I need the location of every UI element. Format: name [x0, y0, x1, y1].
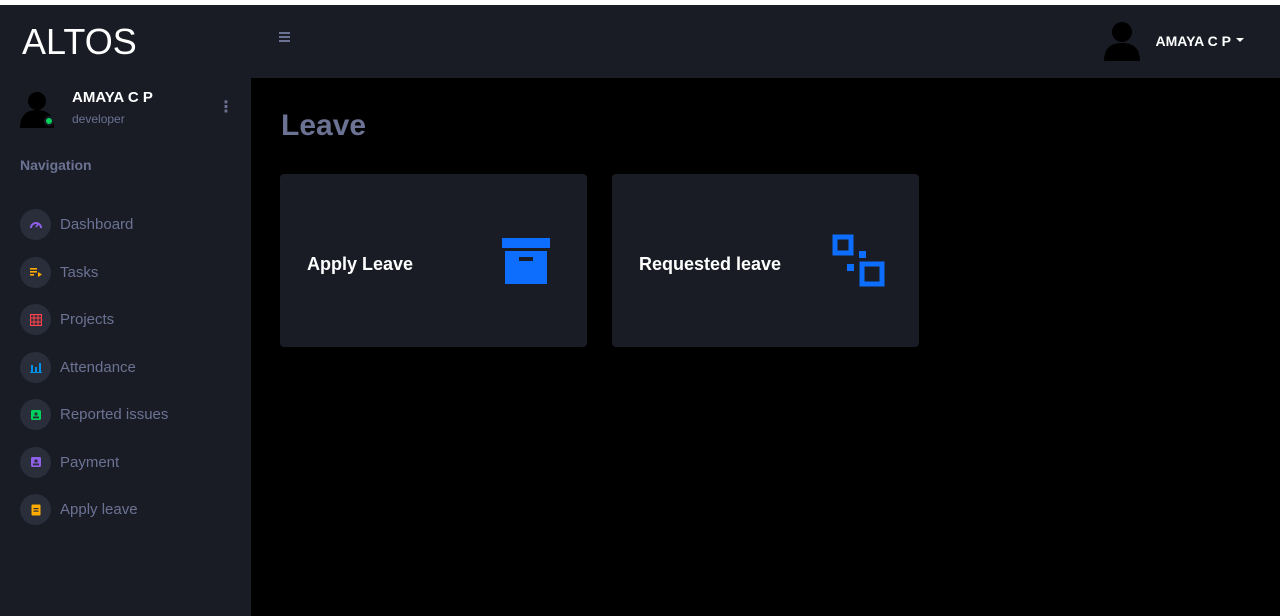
requested-leave-card[interactable]: Requested leave	[612, 174, 919, 347]
sidebar-item-label: Payment	[60, 453, 120, 471]
profile-role: developer	[72, 112, 125, 126]
user-menu[interactable]: AMAYA C P	[1103, 21, 1244, 61]
top-navbar: AMAYA C P	[251, 5, 1280, 78]
sidebar-item-dashboard[interactable]: Dashboard	[20, 201, 251, 249]
chevron-down-icon	[1236, 37, 1244, 42]
hamburger-icon[interactable]	[279, 32, 293, 48]
sidebar-item-label: Reported issues	[60, 406, 169, 424]
nav-heading: Navigation	[20, 157, 92, 173]
speedometer-icon	[20, 209, 51, 241]
brand-logo[interactable]: ALTOS	[22, 21, 137, 63]
sidebar-item-label: Dashboard	[60, 216, 134, 234]
avatar-icon	[1103, 22, 1140, 61]
contacts-icon	[20, 399, 51, 431]
archive-icon	[502, 238, 550, 284]
brand-area: ALTOS	[0, 5, 251, 78]
sidebar-item-label: Projects	[60, 311, 115, 329]
file-document-icon	[20, 494, 51, 526]
apply-leave-card[interactable]: Apply Leave	[280, 174, 587, 347]
nav-list: Dashboard Tasks Projects Attendance Repo…	[20, 201, 251, 534]
account-box-icon	[20, 446, 51, 478]
chart-bar-icon	[20, 351, 51, 383]
sidebar: ALTOS AMAYA C P developer ⋮ Navigation D…	[0, 5, 251, 616]
more-vertical-icon[interactable]: ⋮	[218, 98, 234, 118]
sidebar-item-apply-leave[interactable]: Apply leave	[20, 486, 251, 534]
user-name: AMAYA C P	[1155, 33, 1231, 49]
sidebar-item-projects[interactable]: Projects	[20, 296, 251, 344]
table-large-icon	[20, 304, 51, 336]
playlist-play-icon	[20, 256, 51, 288]
card-label: Requested leave	[639, 254, 782, 274]
sidebar-item-payment[interactable]: Payment	[20, 439, 251, 487]
online-status-badge	[44, 116, 54, 126]
sidebar-item-label: Attendance	[60, 358, 136, 376]
profile-name: AMAYA C P	[72, 89, 153, 106]
flip-squares-icon	[832, 234, 885, 287]
sidebar-item-label: Apply leave	[60, 501, 138, 519]
sidebar-item-label: Tasks	[60, 263, 99, 281]
main-content: Leave Apply Leave Requested leave	[251, 78, 1280, 616]
sidebar-item-attendance[interactable]: Attendance	[20, 344, 251, 392]
card-label: Apply Leave	[307, 254, 414, 274]
sidebar-item-reported-issues[interactable]: Reported issues	[20, 391, 251, 439]
sidebar-profile: AMAYA C P developer ⋮	[20, 88, 235, 133]
page-title: Leave	[281, 109, 367, 142]
sidebar-item-tasks[interactable]: Tasks	[20, 249, 251, 297]
